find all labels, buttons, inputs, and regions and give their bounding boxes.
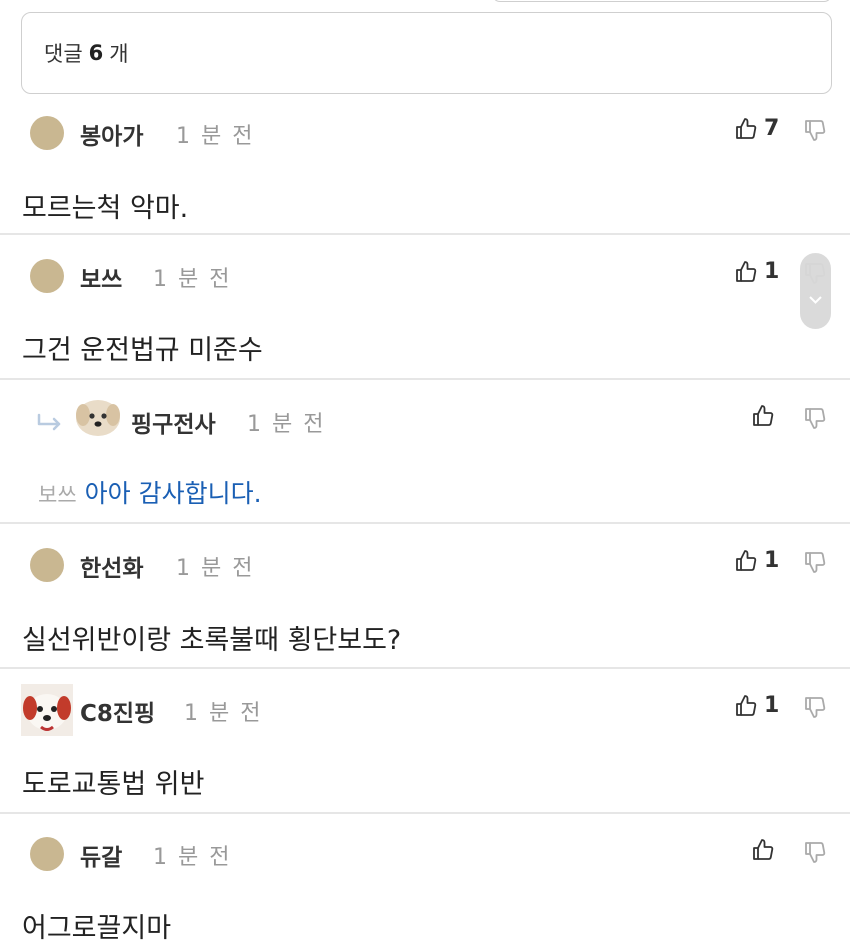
reply-body: 보쓰 아아 감사합니다. [38,474,262,510]
thumbs-up-icon [753,839,774,860]
thumbs-up-icon [753,405,774,426]
thumbs-up-icon [736,260,757,282]
divider [0,233,850,235]
like-count: 1 [764,259,780,284]
scroll-to-bottom-button[interactable] [800,253,831,329]
divider [0,812,850,814]
thumbs-down-icon [805,120,826,141]
comment-text: 실선위반이랑 초록불때 횡단보도? [22,625,402,656]
dislike-button[interactable] [803,406,827,434]
comment-count-prefix: 댓글 [44,42,83,66]
comment-author[interactable]: 듀갈 [80,838,122,872]
chevron-down-icon [809,296,822,304]
like-count: 7 [764,116,780,141]
comment-text: 모르는척 악마. [22,193,189,224]
thumbs-down-icon [805,552,826,573]
comment-count-number: 6 [88,41,104,65]
comment-author[interactable]: 봉아가 [80,117,143,151]
thumbs-down-icon [805,697,826,718]
avatar[interactable] [30,259,64,293]
comment-time: 1 분 전 [247,412,326,437]
avatar[interactable] [75,399,121,441]
comment-time: 1 분 전 [153,845,232,870]
comment-text: 아아 감사합니다. [84,479,262,508]
comment-count-suffix: 개 [109,42,129,66]
thumbs-up-icon [736,549,757,571]
like-button[interactable]: 7 [734,116,779,141]
divider [0,378,850,380]
thumbs-up-icon [736,117,757,139]
comment-time: 1 분 전 [184,701,263,726]
like-button[interactable]: 1 [734,548,779,573]
like-button[interactable] [751,404,775,428]
reply-arrow-icon [36,412,64,438]
comment-time: 1 분 전 [153,267,232,292]
avatar[interactable] [30,116,64,150]
avatar[interactable] [30,837,64,871]
comment-text: 그건 운전법규 미준수 [22,335,263,366]
like-button[interactable]: 1 [734,259,779,284]
dislike-button[interactable] [803,550,827,578]
divider [0,522,850,524]
comment-author[interactable]: 보쓰 [80,260,122,294]
thumbs-down-icon [805,408,826,429]
comment-time: 1 분 전 [176,556,255,581]
avatar[interactable] [30,548,64,582]
comment-count-header: 댓글 6 개 [21,12,832,94]
reply-mention[interactable]: 보쓰 [38,483,77,507]
comment-author[interactable]: 핑구전사 [131,405,216,439]
comment-text: 어그로끌지마 [22,913,172,944]
thumbs-up-icon [736,694,757,716]
thumbs-down-icon [805,842,826,863]
sort-select-edge[interactable] [492,0,832,2]
dislike-button[interactable] [803,840,827,868]
comment-author[interactable]: 한선화 [80,549,143,583]
comment-time: 1 분 전 [176,124,255,149]
like-button[interactable]: 1 [734,693,779,718]
divider [0,667,850,669]
avatar[interactable] [21,684,73,740]
comment-author[interactable]: C8진핑 [80,694,155,728]
dislike-button[interactable] [803,118,827,146]
comment-text: 도로교통법 위반 [22,769,205,800]
like-button[interactable] [751,838,775,862]
like-count: 1 [764,693,780,718]
like-count: 1 [764,548,780,573]
dislike-button[interactable] [803,695,827,723]
